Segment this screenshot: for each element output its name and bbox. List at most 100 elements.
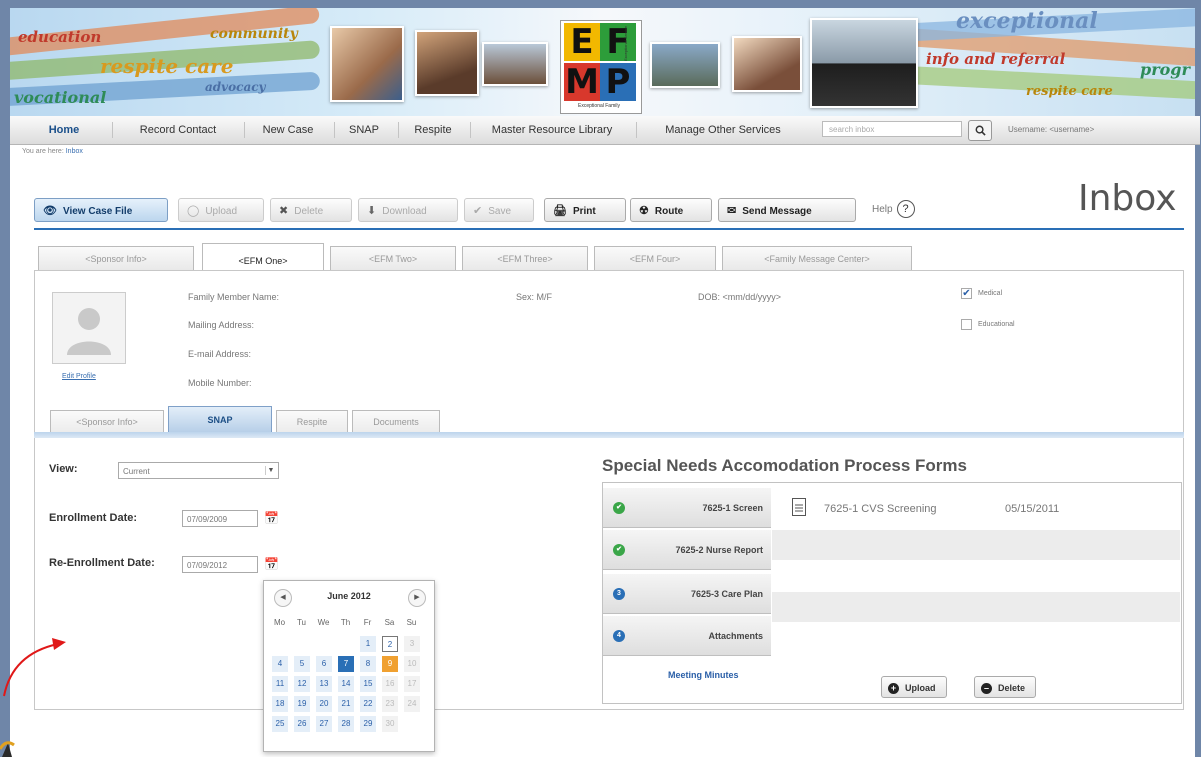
next-month-button[interactable]: ▶ <box>408 589 426 607</box>
button-label: Send Message <box>742 206 812 217</box>
nav-snap[interactable]: SNAP <box>340 116 388 144</box>
upload-button[interactable]: ◯ Upload <box>178 198 264 222</box>
banner-photo <box>810 18 918 108</box>
calendar-day[interactable]: 2 <box>382 636 398 652</box>
calendar-icon[interactable]: 📅 <box>264 511 279 525</box>
medical-checkbox[interactable]: ✔ <box>961 288 972 299</box>
calendar-day[interactable]: 3 <box>404 636 420 652</box>
calendar-day[interactable]: 30 <box>382 716 398 732</box>
tab-family-message-center[interactable]: <Family Message Center> <box>722 246 912 270</box>
calendar-day[interactable]: 20 <box>316 696 332 712</box>
step-circle-icon: 4 <box>613 630 625 642</box>
edit-profile-link[interactable]: Edit Profile <box>62 373 96 380</box>
calendar-day[interactable]: 19 <box>294 696 310 712</box>
check-circle-icon: ✔ <box>613 502 625 514</box>
calendar-day[interactable]: 1 <box>360 636 376 652</box>
reenrollment-date-input[interactable]: 07/09/2012 <box>182 556 258 573</box>
tab-efm-four[interactable]: <EFM Four> <box>594 246 716 270</box>
calendar-day[interactable]: 27 <box>316 716 332 732</box>
calendar-day[interactable]: 13 <box>316 676 332 692</box>
calendar-day[interactable]: 29 <box>360 716 376 732</box>
calendar-day[interactable]: 22 <box>360 696 376 712</box>
calendar-day[interactable]: 15 <box>360 676 376 692</box>
logo-caption: Exceptional Family <box>578 103 620 109</box>
subtab-respite[interactable]: Respite <box>276 410 348 432</box>
send-message-button[interactable]: ✉ Send Message <box>718 198 856 222</box>
medical-label: Medical <box>978 290 1003 297</box>
subtab-sponsor-info[interactable]: <Sponsor Info> <box>50 410 164 432</box>
button-label: Save <box>488 206 512 217</box>
view-select[interactable]: Current ▼ <box>118 462 279 479</box>
view-case-file-button[interactable]: 👁 View Case File <box>34 198 168 222</box>
search-input[interactable]: search inbox <box>822 121 962 137</box>
mobile-number-label: Mobile Number: <box>188 378 252 388</box>
calendar-day[interactable]: 17 <box>404 676 420 692</box>
button-label: Print <box>572 206 596 217</box>
calendar-day[interactable]: 7 <box>338 656 354 672</box>
nav-home[interactable]: Home <box>30 116 98 144</box>
nav-respite[interactable]: Respite <box>406 116 460 144</box>
print-button[interactable]: 🖨 Print <box>544 198 626 222</box>
page-title: Inbox <box>1078 178 1177 219</box>
nav-master-resource-library[interactable]: Master Resource Library <box>476 116 628 144</box>
calendar-day[interactable]: 4 <box>272 656 288 672</box>
subtab-bar <box>34 432 1184 438</box>
view-select-value: Current <box>123 467 150 476</box>
nav-record-contact[interactable]: Record Contact <box>122 116 234 144</box>
calendar-day[interactable]: 10 <box>404 656 420 672</box>
help-icon: ? <box>896 200 915 219</box>
calendar-day[interactable]: 14 <box>338 676 354 692</box>
calendar-day[interactable]: 6 <box>316 656 332 672</box>
calendar-day[interactable]: 25 <box>272 716 288 732</box>
calendar-day[interactable]: 18 <box>272 696 288 712</box>
form-item-nurse-report[interactable]: ✔ 7625-2 Nurse Report <box>603 530 771 570</box>
calendar-icon[interactable]: 📅 <box>264 557 279 571</box>
nav-new-case[interactable]: New Case <box>252 116 324 144</box>
banner-photo <box>482 42 548 86</box>
banner-word: community <box>210 26 298 42</box>
reenrollment-date-label: Re-Enrollment Date: <box>49 557 155 569</box>
form-item-screen[interactable]: ✔ 7625-1 Screen <box>603 488 771 528</box>
annotation-arrow-icon <box>3 638 66 697</box>
button-label: Delete <box>294 206 324 217</box>
enrollment-date-input[interactable]: 07/09/2009 <box>182 510 258 527</box>
meeting-minutes-link[interactable]: Meeting Minutes <box>668 670 739 680</box>
delete-document-button[interactable]: – Delete <box>974 676 1037 698</box>
calendar-day[interactable]: 24 <box>404 696 420 712</box>
tab-efm-two[interactable]: <EFM Two> <box>330 246 456 270</box>
logo-letter: E <box>564 23 600 61</box>
calendar-day[interactable]: 21 <box>338 696 354 712</box>
route-button[interactable]: ☢ Route <box>630 198 712 222</box>
tab-efm-one[interactable]: <EFM One> <box>202 243 324 271</box>
download-button[interactable]: ⬇ Download <box>358 198 458 222</box>
calendar-day[interactable]: 5 <box>294 656 310 672</box>
calendar-day[interactable]: 23 <box>382 696 398 712</box>
help-link[interactable]: Help? <box>872 198 915 222</box>
calendar-day[interactable]: 28 <box>338 716 354 732</box>
calendar-day[interactable]: 9 <box>382 656 398 672</box>
search-button[interactable] <box>968 120 992 141</box>
calendar-day[interactable]: 16 <box>382 676 398 692</box>
document-name[interactable]: 7625-1 CVS Screening <box>824 503 937 515</box>
username-label: Username: <username> <box>1008 125 1095 134</box>
document-icon <box>792 498 806 516</box>
tab-sponsor-info[interactable]: <Sponsor Info> <box>38 246 194 270</box>
nav-manage-other-services[interactable]: Manage Other Services <box>642 116 804 144</box>
educational-checkbox[interactable] <box>961 319 972 330</box>
breadcrumb-link-inbox[interactable]: Inbox <box>66 148 83 155</box>
calendar-day[interactable]: 12 <box>294 676 310 692</box>
delete-button[interactable]: ✖ Delete <box>270 198 352 222</box>
calendar-day[interactable]: 26 <box>294 716 310 732</box>
subtab-documents[interactable]: Documents <box>352 410 440 432</box>
subtab-snap[interactable]: SNAP <box>168 406 272 432</box>
upload-document-button[interactable]: + Upload <box>881 676 947 698</box>
form-item-attachments[interactable]: 4 Attachments <box>603 616 771 656</box>
search-icon <box>975 125 986 136</box>
banner-word: respite care <box>100 54 234 78</box>
button-label: Download <box>382 206 427 217</box>
form-item-care-plan[interactable]: 3 7625-3 Care Plan <box>603 574 771 614</box>
tab-efm-three[interactable]: <EFM Three> <box>462 246 588 270</box>
calendar-day[interactable]: 8 <box>360 656 376 672</box>
calendar-day[interactable]: 11 <box>272 676 288 692</box>
save-button[interactable]: ✔ Save <box>464 198 534 222</box>
